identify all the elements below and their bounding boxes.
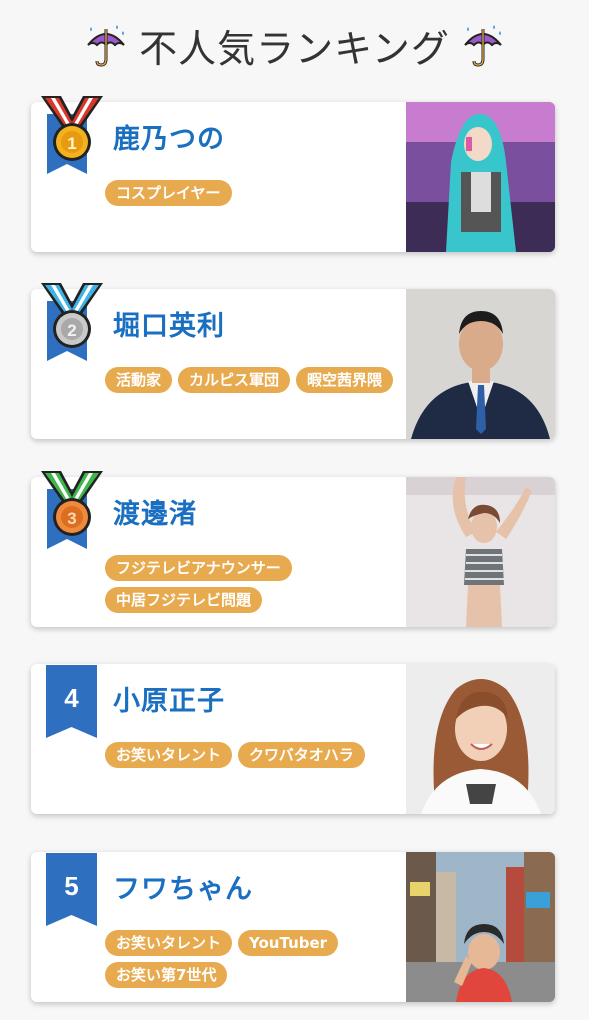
silver-medal-icon: 2	[41, 283, 103, 361]
rank-ribbon: 5	[46, 853, 97, 926]
tag[interactable]: 中居フジテレビ問題	[105, 587, 263, 613]
tag-list: お笑いタレント クワバタオハラ	[105, 742, 405, 768]
tag-list: コスプレイヤー	[105, 180, 405, 206]
person-name[interactable]: 渡邊渚	[113, 492, 197, 531]
tag[interactable]: フジテレビアナウンサー	[105, 555, 292, 581]
tag-list: 活動家 カルピス軍団 暇空茜界隈	[105, 367, 405, 393]
ranking-card-2[interactable]: 2 堀口英利 活動家 カルピス軍団 暇空茜界隈	[31, 283, 555, 439]
bronze-medal-icon: 3	[41, 471, 103, 549]
tag[interactable]: 活動家	[105, 367, 173, 393]
woman-posing-photo[interactable]	[406, 477, 555, 627]
person-name[interactable]: 鹿乃つの	[113, 117, 225, 156]
tag[interactable]: お笑い第7世代	[105, 962, 228, 988]
tag-list: お笑いタレント YouTuber お笑い第7世代	[105, 930, 405, 988]
page-title: 不人気ランキング	[139, 26, 450, 71]
tag[interactable]: コスプレイヤー	[105, 180, 232, 206]
person-name[interactable]: 小原正子	[113, 679, 225, 718]
tag[interactable]: カルピス軍団	[178, 367, 291, 393]
ranking-card-3[interactable]: 3 渡邊渚 フジテレビアナウンサー 中居フジテレビ問題	[31, 471, 555, 627]
rank-number: 2	[67, 321, 76, 340]
rank-number: 1	[67, 134, 76, 153]
rank-ribbon: 4	[46, 665, 97, 738]
man-in-suit-photo[interactable]	[406, 289, 555, 439]
person-name[interactable]: フワちゃん	[113, 867, 253, 906]
tag[interactable]: クワバタオハラ	[238, 742, 365, 768]
tag-list: フジテレビアナウンサー 中居フジテレビ問題	[105, 555, 405, 613]
smiling-woman-photo[interactable]	[406, 664, 555, 814]
tag[interactable]: お笑いタレント	[105, 742, 233, 768]
umbrella-with-rain-icon	[464, 25, 502, 67]
tag[interactable]: お笑いタレント	[105, 930, 233, 956]
tag[interactable]: YouTuber	[238, 930, 339, 956]
ranking-card-5[interactable]: 5 フワちゃん お笑いタレント YouTuber お笑い第7世代	[31, 852, 555, 1002]
city-street-photo[interactable]	[406, 852, 555, 1002]
cosplayer-photo[interactable]	[406, 102, 555, 252]
page-header: 不人気ランキング	[0, 16, 589, 74]
rank-number: 4	[64, 683, 79, 713]
umbrella-with-rain-icon	[87, 25, 125, 67]
ranking-card-4[interactable]: 4 小原正子 お笑いタレント クワバタオハラ	[31, 664, 555, 814]
tag[interactable]: 暇空茜界隈	[296, 367, 394, 393]
ranking-card-1[interactable]: 1 鹿乃つの コスプレイヤー	[31, 96, 555, 252]
person-name[interactable]: 堀口英利	[113, 304, 225, 343]
gold-medal-icon: 1	[41, 96, 103, 174]
rank-number: 3	[67, 509, 76, 528]
rank-number: 5	[64, 871, 79, 901]
